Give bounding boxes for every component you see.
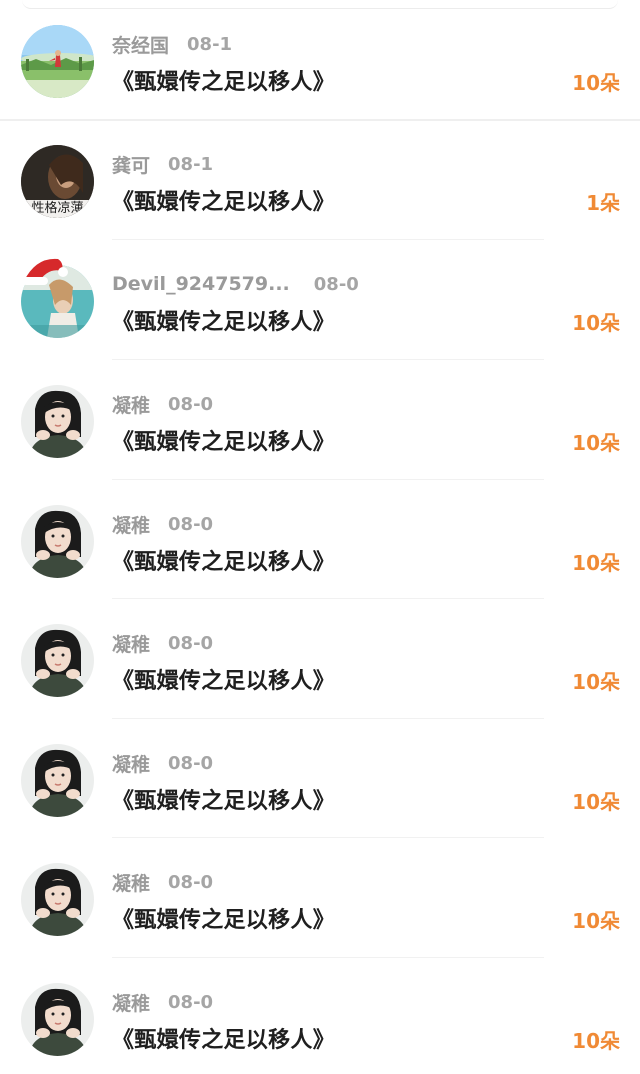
- flower-count: 1朵: [586, 191, 620, 215]
- username[interactable]: 凝稚: [112, 989, 150, 1016]
- record-date: 08-0: [168, 393, 214, 415]
- gift-record-row[interactable]: 凝稚 08-0 《甄嬛传之足以移人》 10朵: [0, 480, 640, 600]
- record-date: 08-0: [168, 513, 214, 535]
- record-meta: 奈经国 08-1: [112, 31, 232, 57]
- record-date: 08-1: [168, 153, 214, 175]
- username[interactable]: 凝稚: [112, 630, 150, 657]
- record-meta: 龚可 08-1: [112, 151, 213, 177]
- gift-record-row[interactable]: 凝稚 08-0 《甄嬛传之足以移人》 10朵: [0, 599, 640, 719]
- gift-record-row[interactable]: 凝稚 08-0 《甄嬛传之足以移人》 10朵: [0, 360, 640, 480]
- work-title[interactable]: 《甄嬛传之足以移人》: [112, 184, 335, 216]
- flower-count: 10朵: [572, 670, 620, 694]
- flower-count: 10朵: [572, 1029, 620, 1053]
- user-avatar[interactable]: [21, 505, 94, 578]
- record-meta: 凝稚 08-0: [112, 511, 213, 537]
- username[interactable]: 凝稚: [112, 391, 150, 418]
- record-date: 08-0: [168, 632, 214, 654]
- work-title[interactable]: 《甄嬛传之足以移人》: [112, 544, 335, 576]
- gift-list-page: 奈经国 08-1 《甄嬛传之足以移人》 10朵 性格凉薄 龚可 08-1 《甄嬛传之足以移人…: [0, 0, 640, 1074]
- flower-count: 10朵: [572, 551, 620, 575]
- record-meta: 凝稚 08-0: [112, 989, 213, 1015]
- record-meta: 凝稚 08-0: [112, 630, 213, 656]
- work-title[interactable]: 《甄嬛传之足以移人》: [112, 64, 335, 96]
- user-avatar[interactable]: [21, 624, 94, 697]
- user-avatar[interactable]: [21, 25, 94, 98]
- record-meta: 凝稚 08-0: [112, 869, 213, 895]
- user-avatar[interactable]: [21, 983, 94, 1056]
- gift-record-row[interactable]: 奈经国 08-1 《甄嬛传之足以移人》 10朵: [0, 0, 640, 121]
- record-date: 08-1: [187, 33, 233, 55]
- flower-count: 10朵: [572, 311, 620, 335]
- gift-record-row[interactable]: 凝稚 08-0 《甄嬛传之足以移人》 10朵: [0, 958, 640, 1074]
- record-date: 08-0: [168, 991, 214, 1013]
- record-meta: 凝稚 08-0: [112, 391, 213, 417]
- work-title[interactable]: 《甄嬛传之足以移人》: [112, 1022, 335, 1054]
- work-title[interactable]: 《甄嬛传之足以移人》: [112, 663, 335, 695]
- record-date: 08-0: [313, 273, 359, 295]
- user-avatar[interactable]: 性格凉薄: [21, 145, 94, 218]
- flower-count: 10朵: [572, 909, 620, 933]
- work-title[interactable]: 《甄嬛传之足以移人》: [112, 783, 335, 815]
- work-title[interactable]: 《甄嬛传之足以移人》: [112, 304, 335, 336]
- gift-record-row[interactable]: Devil_9247579... 08-0 《甄嬛传之足以移人》 10朵: [0, 240, 640, 360]
- flower-count: 10朵: [572, 71, 620, 95]
- username[interactable]: 龚可: [112, 151, 150, 178]
- flower-count: 10朵: [572, 431, 620, 455]
- work-title[interactable]: 《甄嬛传之足以移人》: [112, 424, 335, 456]
- gift-record-row[interactable]: 性格凉薄 龚可 08-1 《甄嬛传之足以移人》 1朵: [0, 120, 640, 240]
- gift-record-row[interactable]: 凝稚 08-0 《甄嬛传之足以移人》 10朵: [0, 838, 640, 958]
- user-avatar[interactable]: [21, 385, 94, 458]
- record-meta: Devil_9247579... 08-0: [112, 271, 359, 297]
- santa-hat-icon: [18, 253, 70, 287]
- work-title[interactable]: 《甄嬛传之足以移人》: [112, 902, 335, 934]
- username[interactable]: 奈经国: [112, 31, 169, 58]
- user-avatar[interactable]: [21, 744, 94, 817]
- username[interactable]: Devil_9247579...: [112, 273, 290, 295]
- record-meta: 凝稚 08-0: [112, 750, 213, 776]
- flower-count: 10朵: [572, 790, 620, 814]
- record-date: 08-0: [168, 871, 214, 893]
- username[interactable]: 凝稚: [112, 869, 150, 896]
- record-date: 08-0: [168, 752, 214, 774]
- user-avatar[interactable]: [21, 863, 94, 936]
- username[interactable]: 凝稚: [112, 750, 150, 777]
- gift-record-row[interactable]: 凝稚 08-0 《甄嬛传之足以移人》 10朵: [0, 719, 640, 839]
- avatar-caption: 性格凉薄: [31, 201, 84, 216]
- username[interactable]: 凝稚: [112, 511, 150, 538]
